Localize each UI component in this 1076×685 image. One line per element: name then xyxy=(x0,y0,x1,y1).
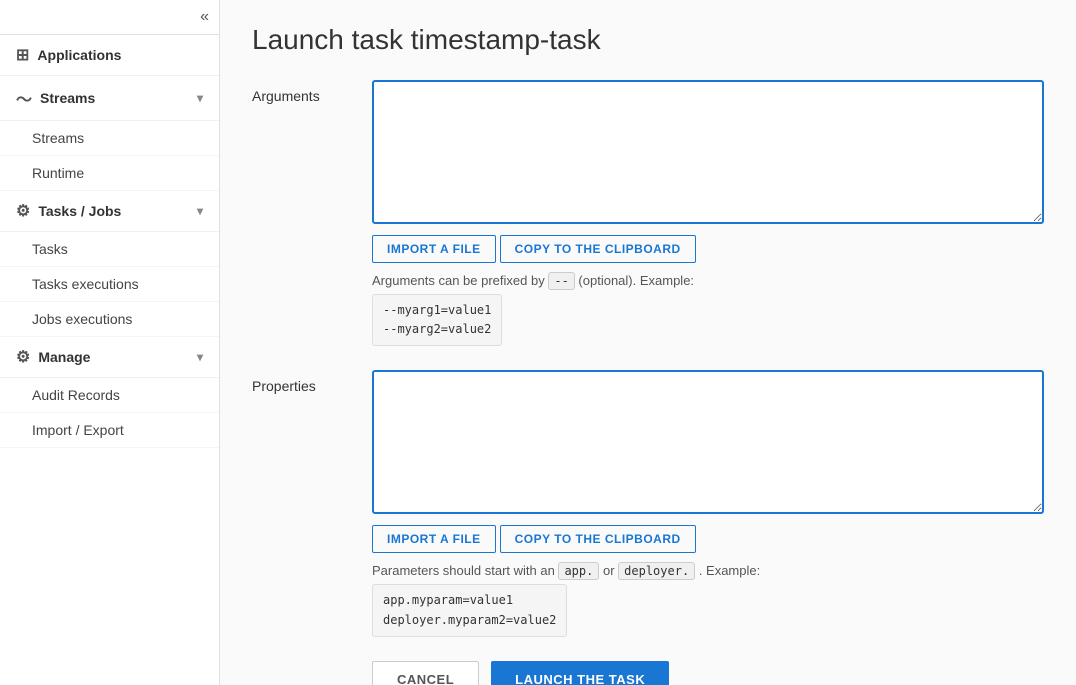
tasks-chevron-icon: ▾ xyxy=(197,204,203,218)
launch-task-button[interactable]: LAUNCH THE TASK xyxy=(491,661,669,685)
properties-hint-code1: app. xyxy=(558,562,599,580)
manage-submenu: Audit Records Import / Export xyxy=(0,378,219,448)
applications-label: Applications xyxy=(37,47,121,63)
sidebar-collapse-button[interactable]: « xyxy=(0,0,219,35)
arguments-clipboard-button[interactable]: COPY TO THE CLIPBOARD xyxy=(500,235,696,263)
cancel-button[interactable]: CANCEL xyxy=(372,661,479,685)
arguments-example-line2: --myarg2=value2 xyxy=(383,322,491,336)
properties-clipboard-button[interactable]: COPY TO THE CLIPBOARD xyxy=(500,525,696,553)
arguments-button-row: IMPORT A FILE COPY TO THE CLIPBOARD xyxy=(372,235,1044,263)
arguments-textarea[interactable] xyxy=(372,80,1044,224)
properties-hint-code2: deployer. xyxy=(618,562,695,580)
arguments-example: --myarg1=value1 --myarg2=value2 xyxy=(372,294,502,346)
sidebar-item-streams-group[interactable]: 〜 Streams ▾ xyxy=(0,76,219,121)
sidebar-item-runtime[interactable]: Runtime xyxy=(0,156,219,191)
arguments-example-line1: --myarg1=value1 xyxy=(383,303,491,317)
sidebar-item-tasks-executions[interactable]: Tasks executions xyxy=(0,267,219,302)
tasks-group-label: Tasks / Jobs xyxy=(38,203,121,219)
collapse-icon: « xyxy=(200,8,209,26)
main-content: Launch task timestamp-task Arguments IMP… xyxy=(220,0,1076,685)
tasks-submenu: Tasks Tasks executions Jobs executions xyxy=(0,232,219,337)
properties-field: IMPORT A FILE COPY TO THE CLIPBOARD Para… xyxy=(372,370,1044,636)
properties-hint: Parameters should start with an app. or … xyxy=(372,563,1044,578)
page-title: Launch task timestamp-task xyxy=(252,24,1044,56)
properties-import-button[interactable]: IMPORT A FILE xyxy=(372,525,496,553)
arguments-label: Arguments xyxy=(252,80,372,104)
properties-example-line2: deployer.myparam2=value2 xyxy=(383,613,556,627)
sidebar-item-tasks-jobs-group[interactable]: ⚙ Tasks / Jobs ▾ xyxy=(0,191,219,232)
arguments-field: IMPORT A FILE COPY TO THE CLIPBOARD Argu… xyxy=(372,80,1044,346)
properties-row: Properties IMPORT A FILE COPY TO THE CLI… xyxy=(252,370,1044,636)
sidebar-item-audit-records[interactable]: Audit Records xyxy=(0,378,219,413)
sidebar-item-import-export[interactable]: Import / Export xyxy=(0,413,219,448)
arguments-import-button[interactable]: IMPORT A FILE xyxy=(372,235,496,263)
tasks-icon: ⚙ xyxy=(16,201,30,221)
sidebar-item-manage-group[interactable]: ⚙ Manage ▾ xyxy=(0,337,219,378)
streams-chevron-icon: ▾ xyxy=(197,91,203,105)
properties-textarea[interactable] xyxy=(372,370,1044,514)
properties-label: Properties xyxy=(252,370,372,394)
sidebar-item-streams[interactable]: Streams xyxy=(0,121,219,156)
manage-chevron-icon: ▾ xyxy=(197,350,203,364)
applications-icon: ⊞ xyxy=(16,45,29,65)
properties-example: app.myparam=value1 deployer.myparam2=val… xyxy=(372,584,567,636)
streams-group-label: Streams xyxy=(40,90,95,106)
manage-group-label: Manage xyxy=(38,349,90,365)
arguments-hint: Arguments can be prefixed by -- (optiona… xyxy=(372,273,1044,288)
manage-icon: ⚙ xyxy=(16,347,30,367)
sidebar-item-applications[interactable]: ⊞ Applications xyxy=(0,35,219,76)
arguments-row: Arguments IMPORT A FILE COPY TO THE CLIP… xyxy=(252,80,1044,346)
arguments-hint-code: -- xyxy=(548,272,574,290)
action-row: CANCEL LAUNCH THE TASK xyxy=(252,661,1044,685)
sidebar-item-jobs-executions[interactable]: Jobs executions xyxy=(0,302,219,337)
streams-submenu: Streams Runtime xyxy=(0,121,219,191)
streams-icon: 〜 xyxy=(16,86,32,110)
properties-example-line1: app.myparam=value1 xyxy=(383,593,513,607)
properties-button-row: IMPORT A FILE COPY TO THE CLIPBOARD xyxy=(372,525,1044,553)
sidebar: « ⊞ Applications 〜 Streams ▾ Streams Run… xyxy=(0,0,220,685)
sidebar-item-tasks[interactable]: Tasks xyxy=(0,232,219,267)
